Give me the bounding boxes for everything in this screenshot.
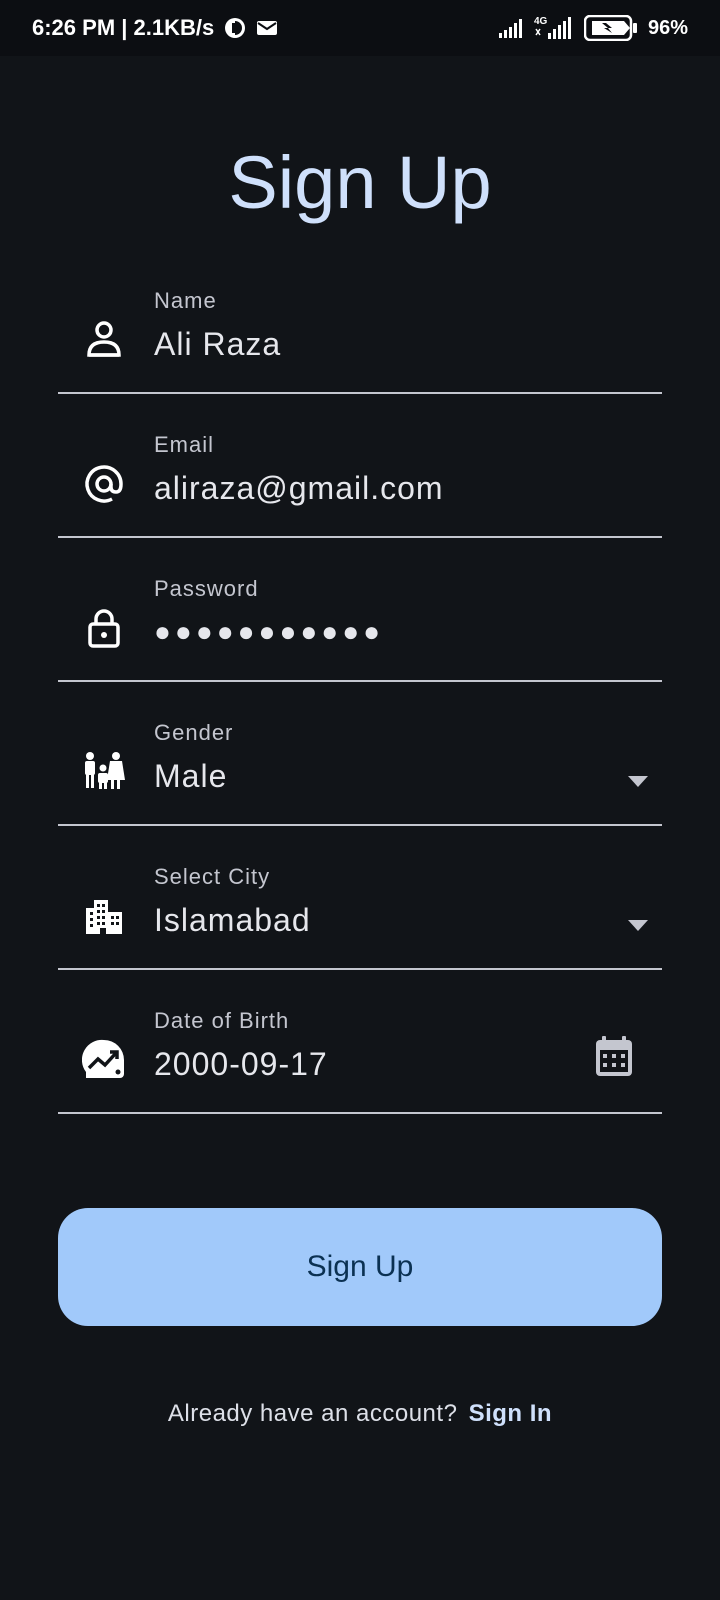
dob-label: Date of Birth [154,1008,290,1033]
dropdown-arrow-icon[interactable] [628,776,648,787]
at-icon [82,462,126,506]
page-title: Sign Up [228,141,492,224]
password-field[interactable]: Password ●●●●●●●●●●● [58,562,662,682]
email-label: Email [154,432,215,457]
name-field[interactable]: Name Ali Raza [58,274,662,394]
family-icon [82,750,126,794]
person-icon [82,318,126,362]
calendar-icon[interactable] [594,1034,634,1078]
sign-in-prompt: Already have an account? Sign In [0,1400,720,1428]
gender-label: Gender [154,720,234,745]
dob-field[interactable]: Date of Birth 2000-09-17 [58,994,662,1114]
status-right: 4G 96% [498,15,688,41]
signal-4g-icon: 4G [534,15,574,41]
growth-icon [82,1038,126,1082]
name-value[interactable]: Ali Raza [154,326,281,363]
email-field[interactable]: Email aliraza@gmail.com [58,418,662,538]
city-dropdown[interactable]: Select City Islamabad [58,850,662,970]
password-label: Password [154,576,259,601]
sign-in-prompt-text: Already have an account? [167,1400,458,1427]
building-icon [82,894,126,938]
mail-icon [256,19,278,37]
sign-in-link[interactable]: Sign In [469,1400,553,1427]
status-time-speed: 6:26 PM | 2.1KB/s [32,15,215,40]
gender-dropdown[interactable]: Gender Male [58,706,662,826]
svg-text:4G: 4G [534,16,548,27]
sign-up-button[interactable]: Sign Up [58,1208,662,1326]
status-left: 6:26 PM | 2.1KB/s [32,15,278,41]
battery-percentage: 96% [647,16,688,39]
dob-value[interactable]: 2000-09-17 [154,1046,328,1083]
dropdown-arrow-icon[interactable] [628,920,648,931]
gender-value[interactable]: Male [154,758,227,795]
battery-icon [583,15,638,41]
status-bar: 6:26 PM | 2.1KB/s 4G 96% [0,0,720,56]
city-label: Select City [154,864,271,889]
name-label: Name [154,288,217,313]
email-value[interactable]: aliraza@gmail.com [154,470,444,507]
app-notification-icon [224,17,246,39]
signal-icon [498,17,524,39]
lock-icon [82,606,126,650]
city-value[interactable]: Islamabad [154,902,311,939]
password-value[interactable]: ●●●●●●●●●●● [154,616,384,648]
